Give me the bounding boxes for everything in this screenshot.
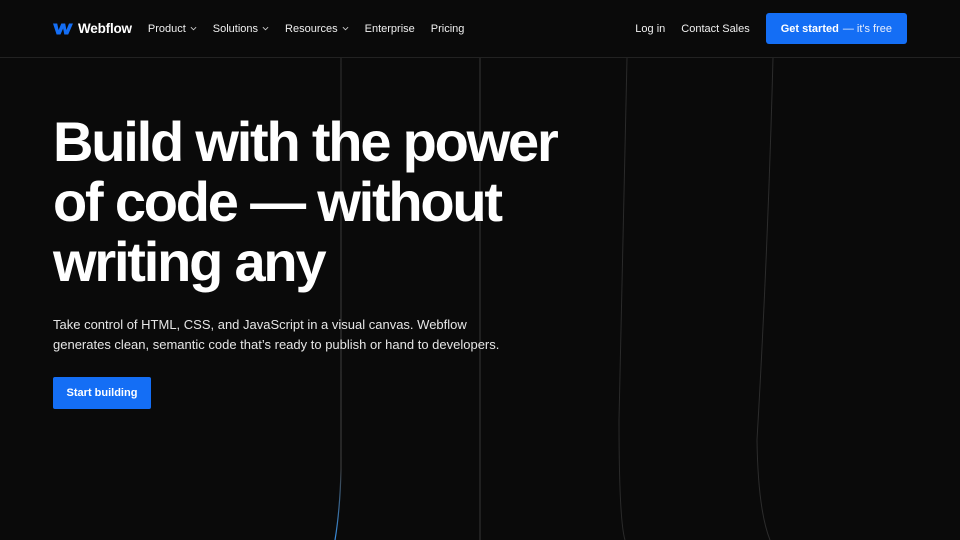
header-actions: Log in Contact Sales Get started — it's … <box>635 13 907 44</box>
chevron-down-icon <box>190 26 197 31</box>
nav-item-product[interactable]: Product <box>148 23 197 35</box>
main-nav: Product Solutions Resources Enterprise P… <box>148 23 465 35</box>
get-started-label: Get started <box>780 22 839 35</box>
background-line-3 <box>618 57 628 540</box>
login-link[interactable]: Log in <box>635 23 665 35</box>
logo-link[interactable]: Webflow <box>53 21 132 36</box>
nav-item-label: Product <box>147 22 186 35</box>
page: Webflow Product Solutions Resources Ente… <box>0 0 960 540</box>
headline-line-3: writing any <box>53 230 327 293</box>
get-started-button[interactable]: Get started — it's free <box>765 13 907 44</box>
headline-line-1: Build with the power <box>53 110 559 173</box>
chevron-down-icon <box>262 26 269 31</box>
contact-sales-link[interactable]: Contact Sales <box>681 23 749 35</box>
start-building-button[interactable]: Start building <box>53 377 151 409</box>
hero-section: Build with the power of code — without w… <box>53 112 613 409</box>
webflow-logo-icon <box>53 23 73 35</box>
nav-item-solutions[interactable]: Solutions <box>213 23 269 35</box>
nav-item-label: Pricing <box>430 22 465 35</box>
nav-item-enterprise[interactable]: Enterprise <box>365 23 415 35</box>
chevron-down-icon <box>342 26 349 31</box>
nav-item-resources[interactable]: Resources <box>285 23 349 35</box>
nav-item-label: Enterprise <box>364 22 415 35</box>
background-line-4 <box>756 57 774 540</box>
hero-subtext: Take control of HTML, CSS, and JavaScrip… <box>53 317 500 352</box>
headline-line-2: of code — without <box>53 170 503 233</box>
logo-text: Webflow <box>78 21 132 36</box>
site-header: Webflow Product Solutions Resources Ente… <box>0 0 960 58</box>
nav-item-label: Resources <box>285 22 338 35</box>
get-started-sublabel: — it's free <box>842 22 892 35</box>
hero-headline: Build with the power of code — without w… <box>53 112 613 292</box>
nav-item-pricing[interactable]: Pricing <box>431 23 465 35</box>
nav-item-label: Solutions <box>212 22 259 35</box>
